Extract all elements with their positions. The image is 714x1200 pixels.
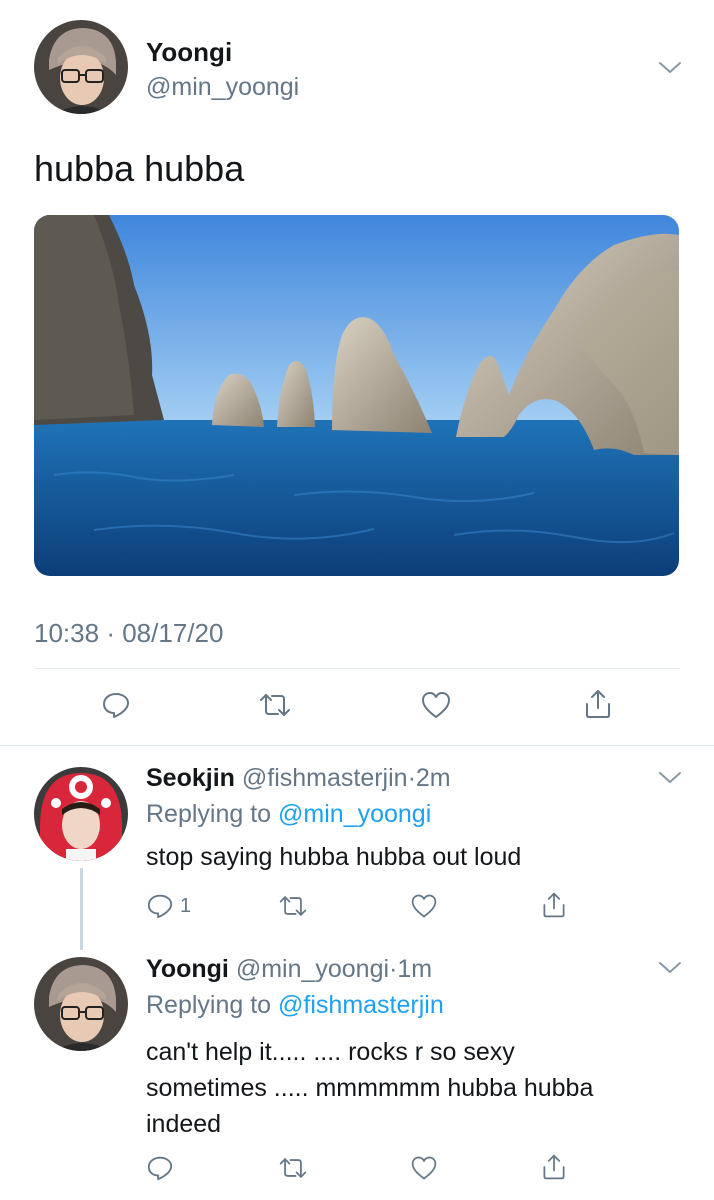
retweet-button[interactable]	[278, 1154, 308, 1182]
separator-dot: ·	[106, 618, 115, 648]
reply-button[interactable]: 1	[146, 892, 191, 920]
reply-author-name[interactable]: Seokjin	[146, 764, 235, 792]
reply-author-handle[interactable]: @min_yoongi	[236, 955, 389, 983]
tweet-time: 10:38	[34, 618, 100, 648]
chevron-down-icon[interactable]	[656, 958, 684, 978]
chevron-down-icon[interactable]	[656, 58, 684, 78]
tweet-text: hubba hubba	[34, 148, 245, 189]
retweet-button[interactable]	[258, 690, 292, 720]
divider	[34, 668, 679, 669]
share-button[interactable]	[582, 688, 614, 720]
reply-age: 2m	[415, 764, 451, 792]
reply-header: Seokjin @fishmasterjin·2m	[146, 764, 451, 793]
replying-to-link[interactable]: @min_yoongi	[278, 800, 431, 828]
reply-count: 1	[180, 894, 192, 917]
reply-text: stop saying hubba hubba out loud	[146, 843, 522, 871]
reply-text-line: indeed	[146, 1110, 222, 1138]
share-icon	[586, 690, 610, 718]
section-divider	[0, 745, 714, 746]
reply-text-line: sometimes ..... mmmmmm hubba hubba	[146, 1074, 594, 1102]
thread-line	[80, 868, 83, 950]
author-avatar[interactable]	[34, 20, 128, 114]
share-button[interactable]	[540, 890, 568, 920]
separator-dot: ·	[407, 764, 416, 792]
replying-to: Replying to @min_yoongi	[146, 800, 431, 829]
chevron-down-icon[interactable]	[656, 768, 684, 788]
reply-icon	[103, 693, 129, 718]
like-button[interactable]	[420, 690, 452, 720]
reply-header: Yoongi @min_yoongi·1m	[146, 955, 432, 984]
like-button[interactable]	[410, 892, 438, 920]
retweet-icon	[279, 896, 307, 916]
reply-author-handle[interactable]: @fishmasterjin	[242, 764, 408, 792]
heart-icon	[422, 692, 450, 718]
author-name[interactable]: Yoongi	[146, 37, 232, 68]
heart-icon	[411, 1156, 437, 1180]
like-button[interactable]	[410, 1154, 438, 1182]
reply-button[interactable]	[101, 690, 131, 720]
replying-to-label: Replying to	[146, 800, 272, 828]
tweet-photo[interactable]	[34, 215, 679, 576]
share-icon	[543, 892, 565, 918]
replying-to-label: Replying to	[146, 991, 272, 1019]
author-handle[interactable]: @min_yoongi	[146, 73, 299, 102]
reply-text-line: can't help it..... .... rocks r so sexy	[146, 1038, 515, 1066]
replying-to: Replying to @fishmasterjin	[146, 991, 444, 1020]
reply-author-name[interactable]: Yoongi	[146, 955, 229, 983]
replying-to-link[interactable]: @fishmasterjin	[278, 991, 444, 1019]
reply-icon	[147, 894, 173, 919]
retweet-icon	[279, 1158, 307, 1178]
tweet-date: 08/17/20	[122, 618, 224, 648]
retweet-icon	[260, 694, 290, 716]
share-icon	[543, 1154, 565, 1180]
heart-icon	[411, 894, 437, 918]
tweet-timestamp: 10:38 · 08/17/20	[34, 618, 223, 649]
reply-avatar[interactable]	[34, 957, 128, 1051]
reply-icon	[147, 1156, 173, 1181]
reply-avatar[interactable]	[34, 767, 128, 861]
share-button[interactable]	[540, 1152, 568, 1182]
reply-age: 1m	[397, 955, 433, 983]
reply-text: can't help it..... .... rocks r so sexy …	[146, 1034, 593, 1142]
retweet-button[interactable]	[278, 892, 308, 920]
reply-button[interactable]	[146, 1154, 174, 1182]
